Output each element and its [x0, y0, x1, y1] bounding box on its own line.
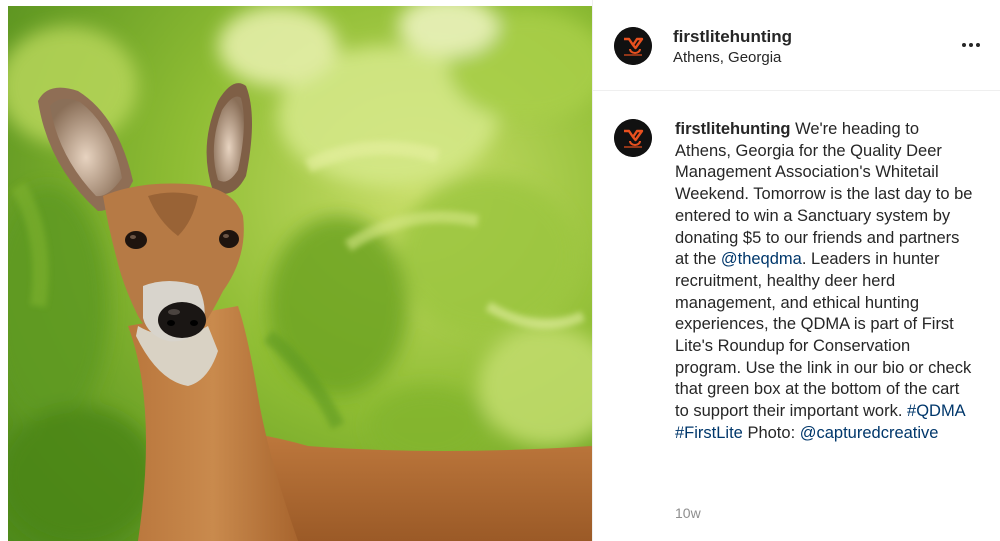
post-timestamp[interactable]: 10w	[675, 505, 701, 521]
dot-icon	[969, 43, 973, 47]
first-lite-logo-icon	[614, 119, 652, 157]
post-photo[interactable]	[8, 6, 592, 541]
location-link[interactable]: Athens, Georgia	[673, 49, 781, 66]
more-options-button[interactable]	[959, 33, 983, 57]
username-link[interactable]: firstlitehunting	[673, 27, 792, 47]
hashtag-link[interactable]: #FirstLite	[675, 424, 743, 442]
post-side-panel: firstlitehunting Athens, Georgia firstli…	[592, 0, 1000, 541]
dot-icon	[976, 43, 980, 47]
deer-photo-illustration	[8, 6, 592, 541]
dot-icon	[962, 43, 966, 47]
caption-text: firstlitehunting We're heading to Athens…	[675, 119, 975, 445]
caption-avatar[interactable]	[614, 119, 652, 157]
hashtag-link[interactable]: #QDMA	[907, 402, 965, 420]
instagram-post: firstlitehunting Athens, Georgia firstli…	[0, 0, 1000, 541]
caption-text-part: . Leaders in hunter recruitment, healthy…	[675, 250, 972, 421]
caption-username-link[interactable]: firstlitehunting	[675, 120, 790, 138]
caption-text-part: We're heading to Athens, Georgia for the…	[675, 120, 973, 269]
mention-link[interactable]: @theqdma	[721, 250, 802, 268]
post-header: firstlitehunting Athens, Georgia	[593, 0, 1000, 91]
mention-link[interactable]: @capturedcreative	[800, 424, 939, 442]
first-lite-logo-icon	[614, 27, 652, 65]
profile-avatar[interactable]	[614, 27, 652, 65]
caption-text-part: Photo:	[742, 423, 800, 442]
